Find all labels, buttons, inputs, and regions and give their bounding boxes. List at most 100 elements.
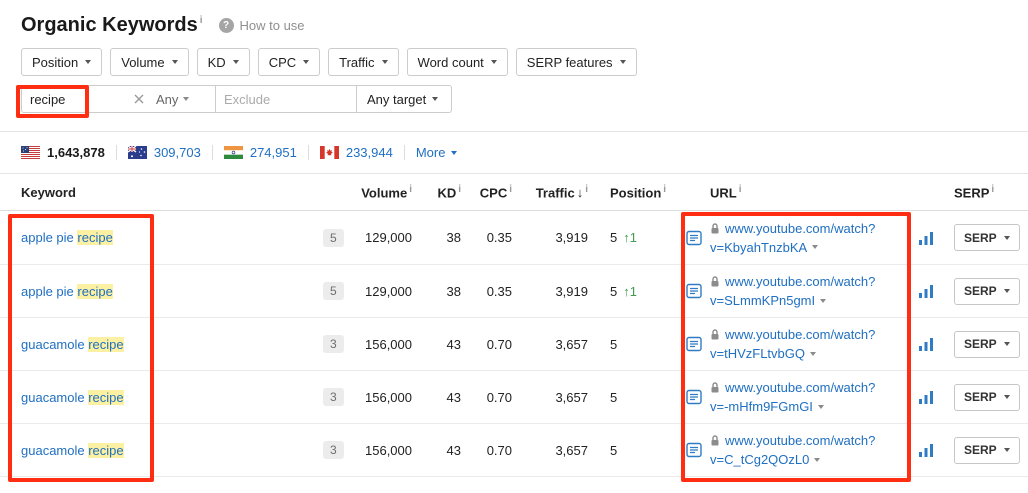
kd-value: 43 bbox=[446, 442, 461, 458]
url-link[interactable]: v=SLmmKPn5gmI bbox=[710, 291, 815, 310]
traffic-value: 3,919 bbox=[555, 230, 588, 245]
include-keyword-input[interactable] bbox=[30, 91, 134, 107]
chevron-down-icon bbox=[1003, 235, 1010, 240]
url-link[interactable]: v=KbyahTnzbKA bbox=[710, 238, 807, 257]
keyword-group-badge[interactable]: 5 bbox=[323, 228, 344, 247]
filter-traffic-button[interactable]: Traffic bbox=[328, 48, 399, 76]
sitelinks-icon[interactable] bbox=[686, 389, 702, 405]
position-value: 5 bbox=[610, 389, 618, 405]
keyword-group-badge[interactable]: 3 bbox=[323, 335, 344, 353]
kd-value: 43 bbox=[446, 336, 461, 352]
chevron-down-icon bbox=[619, 60, 626, 64]
country-in-tab[interactable]: 274,951 bbox=[224, 145, 297, 160]
traffic-value: 3,919 bbox=[555, 283, 588, 299]
col-position[interactable]: Position i bbox=[588, 184, 686, 200]
col-keyword[interactable]: Keyword bbox=[21, 185, 321, 200]
serp-button[interactable]: SERP bbox=[954, 436, 1020, 464]
sitelinks-icon[interactable] bbox=[686, 283, 702, 299]
chevron-down-icon bbox=[303, 60, 310, 64]
au-flag-icon bbox=[128, 146, 147, 159]
exclude-keyword-input[interactable] bbox=[224, 91, 344, 107]
keyword-link[interactable]: guacamole recipe bbox=[21, 336, 124, 352]
url-link[interactable]: www.youtube.com/watch? bbox=[725, 325, 875, 344]
traffic-value: 3,657 bbox=[555, 442, 588, 458]
col-serp[interactable]: SERP i bbox=[946, 184, 1010, 200]
question-icon: ? bbox=[218, 18, 234, 33]
serp-button[interactable]: SERP bbox=[954, 224, 1020, 251]
chevron-down-icon[interactable] bbox=[814, 457, 821, 462]
keyword-group-badge[interactable]: 3 bbox=[323, 441, 344, 459]
divider bbox=[211, 145, 213, 160]
sitelinks-icon[interactable] bbox=[686, 336, 702, 352]
country-us-tab[interactable]: 1,643,878 bbox=[21, 145, 105, 160]
divider bbox=[403, 145, 405, 160]
keyword-group-badge[interactable]: 3 bbox=[323, 388, 344, 406]
col-volume[interactable]: Volume i bbox=[357, 184, 412, 200]
volume-value: 156,000 bbox=[365, 389, 412, 405]
url-link[interactable]: www.youtube.com/watch? bbox=[725, 431, 875, 450]
page-title: Organic Keywords i bbox=[21, 14, 203, 36]
chevron-down-icon[interactable] bbox=[820, 298, 827, 303]
lock-icon bbox=[710, 328, 720, 341]
chart-bars-icon[interactable] bbox=[918, 390, 934, 404]
url-link[interactable]: v=-mHfm9FGmGI bbox=[710, 397, 813, 416]
url-link[interactable]: v=tHVzFLtvbGQ bbox=[710, 344, 805, 363]
filter-volume-button[interactable]: Volume bbox=[110, 48, 189, 76]
how-to-use-label: How to use bbox=[239, 18, 305, 33]
info-icon: i bbox=[199, 15, 203, 27]
keyword-link[interactable]: guacamole recipe bbox=[21, 389, 124, 405]
highlighted-term: recipe bbox=[88, 336, 124, 352]
target-dropdown[interactable]: Any target bbox=[357, 86, 448, 112]
keyword-group-badge[interactable]: 5 bbox=[323, 282, 344, 300]
url-link[interactable]: v=C_tCg2QOzL0 bbox=[710, 450, 809, 469]
match-type-dropdown[interactable]: Any bbox=[156, 92, 190, 107]
chevron-down-icon bbox=[183, 97, 190, 101]
info-icon: i bbox=[663, 183, 667, 195]
filter-cpc-button[interactable]: CPC bbox=[257, 48, 321, 76]
keyword-filter-bar: Any Any target bbox=[0, 76, 1028, 113]
col-cpc[interactable]: CPC i bbox=[461, 184, 512, 200]
cpc-value: 0.70 bbox=[486, 442, 512, 458]
serp-button[interactable]: SERP bbox=[954, 277, 1020, 305]
info-icon: i bbox=[738, 183, 742, 195]
keywords-table: Keyword Volume i KD i CPC i Traffic ↓ i Posit… bbox=[0, 173, 1028, 477]
position-change: ↑1 bbox=[623, 230, 637, 245]
country-ca-tab[interactable]: 233,944 bbox=[320, 145, 393, 160]
col-kd[interactable]: KD i bbox=[412, 184, 461, 200]
chart-bars-icon[interactable] bbox=[918, 231, 934, 245]
chevron-down-icon[interactable] bbox=[810, 351, 816, 356]
chevron-down-icon bbox=[1003, 395, 1010, 399]
serp-button[interactable]: SERP bbox=[954, 383, 1020, 411]
keyword-link[interactable]: apple pie recipe bbox=[21, 230, 113, 245]
url-link[interactable]: www.youtube.com/watch? bbox=[725, 272, 875, 291]
cpc-value: 0.35 bbox=[486, 230, 512, 245]
sitelinks-icon[interactable] bbox=[686, 230, 702, 246]
url-link[interactable]: www.youtube.com/watch? bbox=[725, 219, 875, 238]
more-countries-dropdown[interactable]: More bbox=[416, 145, 458, 160]
filter-word-count-button[interactable]: Word count bbox=[406, 48, 508, 76]
cpc-value: 0.70 bbox=[486, 336, 512, 352]
col-traffic[interactable]: Traffic ↓ i bbox=[512, 184, 588, 200]
serp-button[interactable]: SERP bbox=[954, 330, 1020, 358]
volume-value: 156,000 bbox=[365, 442, 412, 458]
col-url[interactable]: URL i bbox=[710, 184, 906, 200]
chevron-down-icon bbox=[1003, 289, 1010, 293]
keyword-link[interactable]: guacamole recipe bbox=[21, 442, 124, 458]
chart-bars-icon[interactable] bbox=[918, 284, 934, 298]
how-to-use-link[interactable]: ? How to use bbox=[218, 18, 305, 33]
highlighted-term: recipe bbox=[77, 283, 113, 299]
chevron-down-icon[interactable] bbox=[817, 404, 824, 409]
highlighted-term: recipe bbox=[88, 389, 124, 405]
chart-bars-icon[interactable] bbox=[918, 443, 934, 457]
country-au-tab[interactable]: 309,703 bbox=[128, 145, 201, 160]
clear-input-icon[interactable] bbox=[134, 94, 144, 104]
filter-kd-button[interactable]: KD bbox=[196, 48, 250, 76]
chart-bars-icon[interactable] bbox=[918, 337, 934, 351]
url-link[interactable]: www.youtube.com/watch? bbox=[725, 378, 875, 397]
keyword-link[interactable]: apple pie recipe bbox=[21, 283, 113, 299]
filter-serp-features-button[interactable]: SERP features bbox=[515, 48, 637, 76]
chevron-down-icon[interactable] bbox=[812, 245, 819, 249]
filter-position-button[interactable]: Position bbox=[21, 48, 103, 76]
chevron-down-icon bbox=[432, 97, 439, 101]
sitelinks-icon[interactable] bbox=[686, 442, 702, 458]
